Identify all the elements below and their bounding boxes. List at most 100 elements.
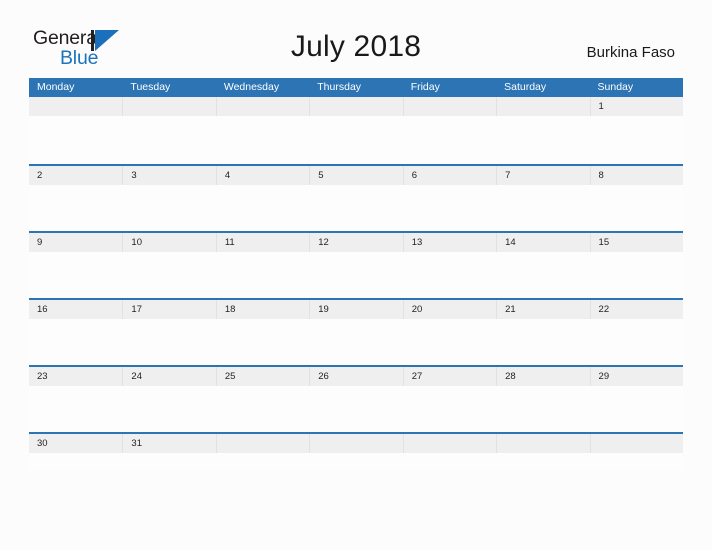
day-number: 15 <box>598 237 610 248</box>
day-cell[interactable] <box>496 434 589 453</box>
day-number: 16 <box>37 304 48 315</box>
day-number: 30 <box>37 438 48 449</box>
weekday-header-monday: Monday <box>29 78 122 97</box>
country-label: Burkina Faso <box>586 44 675 61</box>
day-number: 1 <box>598 101 604 112</box>
week-row: 9 10 11 12 13 14 15 <box>29 231 683 300</box>
day-cell[interactable] <box>215 434 309 453</box>
day-cell[interactable] <box>309 97 402 116</box>
day-cell[interactable]: 14 <box>496 233 589 252</box>
weekday-label: Saturday <box>504 81 547 93</box>
week-date-band: 30 31 <box>29 434 683 453</box>
weekday-label: Wednesday <box>223 81 280 93</box>
weekday-header-tuesday: Tuesday <box>122 78 215 97</box>
day-number: 23 <box>37 371 48 382</box>
week-row: 23 24 25 26 27 28 29 <box>29 365 683 434</box>
day-cell[interactable]: 6 <box>402 166 496 185</box>
day-cell[interactable]: 25 <box>215 367 309 386</box>
day-cell[interactable] <box>589 434 683 453</box>
day-number: 3 <box>131 170 137 181</box>
week-date-band: 23 24 25 26 27 28 29 <box>29 367 683 386</box>
weekday-label: Thursday <box>317 81 362 93</box>
day-number: 24 <box>131 371 142 382</box>
week-row: 2 3 4 5 6 7 8 <box>29 164 683 233</box>
weekday-label: Sunday <box>597 81 634 93</box>
week-date-band: 16 17 18 19 20 21 22 <box>29 300 683 319</box>
day-cell[interactable] <box>496 97 589 116</box>
day-cell[interactable]: 28 <box>496 367 589 386</box>
day-cell[interactable]: 24 <box>122 367 215 386</box>
day-number: 29 <box>598 371 610 382</box>
day-cell[interactable]: 4 <box>215 166 309 185</box>
day-cell[interactable] <box>122 97 215 116</box>
day-cell[interactable]: 3 <box>122 166 215 185</box>
day-number: 18 <box>224 304 236 315</box>
day-cell[interactable]: 30 <box>29 434 122 453</box>
day-cell[interactable]: 18 <box>215 300 309 319</box>
week-row: 16 17 18 19 20 21 22 <box>29 298 683 367</box>
day-number: 26 <box>318 371 329 382</box>
day-cell[interactable]: 26 <box>309 367 402 386</box>
day-cell[interactable] <box>309 434 402 453</box>
day-cell[interactable]: 29 <box>589 367 683 386</box>
weekday-header-wednesday: Wednesday <box>216 78 309 97</box>
day-cell[interactable]: 22 <box>589 300 683 319</box>
day-number: 4 <box>224 170 231 181</box>
week-row: 1 <box>29 97 683 164</box>
day-number: 25 <box>224 371 236 382</box>
day-cell[interactable]: 20 <box>402 300 496 319</box>
day-cell[interactable]: 13 <box>402 233 496 252</box>
day-number: 31 <box>131 438 142 449</box>
day-cell[interactable]: 23 <box>29 367 122 386</box>
week-notes-area[interactable] <box>29 453 683 470</box>
day-cell[interactable]: 8 <box>589 166 683 185</box>
day-cell[interactable]: 12 <box>309 233 402 252</box>
day-number: 28 <box>505 371 516 382</box>
day-cell[interactable] <box>29 97 122 116</box>
weekday-label: Tuesday <box>130 81 171 93</box>
day-number: 17 <box>131 304 142 315</box>
day-number: 13 <box>411 237 423 248</box>
day-cell[interactable]: 21 <box>496 300 589 319</box>
day-number: 2 <box>37 170 43 181</box>
day-cell[interactable]: 27 <box>402 367 496 386</box>
weekday-header-saturday: Saturday <box>496 78 589 97</box>
week-date-band: 9 10 11 12 13 14 15 <box>29 233 683 252</box>
day-cell[interactable]: 1 <box>589 97 683 116</box>
day-number: 20 <box>411 304 423 315</box>
day-cell[interactable]: 10 <box>122 233 215 252</box>
day-cell[interactable]: 31 <box>122 434 215 453</box>
weekday-label: Friday <box>410 81 440 93</box>
week-notes-area[interactable] <box>29 386 683 434</box>
weekday-header-row: Monday Tuesday Wednesday Thursday Friday… <box>29 78 683 97</box>
day-cell[interactable]: 5 <box>309 166 402 185</box>
weekday-header-friday: Friday <box>403 78 496 97</box>
calendar-grid: Monday Tuesday Wednesday Thursday Friday… <box>29 78 683 470</box>
day-cell[interactable]: 7 <box>496 166 589 185</box>
day-number: 10 <box>131 237 142 248</box>
day-cell[interactable]: 2 <box>29 166 122 185</box>
day-cell[interactable]: 11 <box>215 233 309 252</box>
weekday-header-sunday: Sunday <box>590 78 683 97</box>
day-cell[interactable] <box>402 434 496 453</box>
calendar-page: General Blue July 2018 Burkina Faso Mond… <box>0 0 712 550</box>
day-cell[interactable]: 9 <box>29 233 122 252</box>
day-number: 27 <box>411 371 423 382</box>
week-notes-area[interactable] <box>29 116 683 164</box>
week-notes-area[interactable] <box>29 252 683 300</box>
day-cell[interactable] <box>215 97 309 116</box>
week-date-band: 2 3 4 5 6 7 8 <box>29 166 683 185</box>
day-number: 21 <box>505 304 516 315</box>
day-cell[interactable]: 19 <box>309 300 402 319</box>
day-cell[interactable]: 16 <box>29 300 122 319</box>
week-row: 30 31 <box>29 432 683 470</box>
day-number: 14 <box>505 237 516 248</box>
week-date-band: 1 <box>29 97 683 116</box>
week-notes-area[interactable] <box>29 185 683 233</box>
day-cell[interactable]: 15 <box>589 233 683 252</box>
day-number: 7 <box>505 170 511 181</box>
day-number: 5 <box>318 170 324 181</box>
day-cell[interactable] <box>402 97 496 116</box>
week-notes-area[interactable] <box>29 319 683 367</box>
day-cell[interactable]: 17 <box>122 300 215 319</box>
